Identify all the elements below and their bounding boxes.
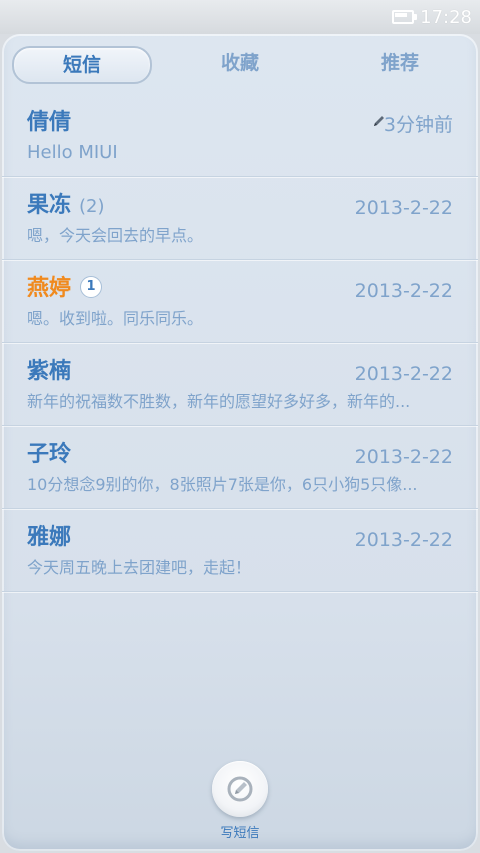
message-preview: Hello MIUI: [27, 142, 118, 163]
unread-badge: 1: [80, 276, 102, 298]
message-preview: 10分想念9别的你，8张照片7张是你，6只小狗5只像...: [27, 475, 418, 494]
message-time: 3分钟前: [383, 114, 453, 136]
contact-name-unread: 燕婷: [27, 276, 72, 301]
tab-messages[interactable]: 短信: [12, 46, 152, 84]
messages-panel: 短信 收藏 推荐 倩倩 3分钟前 Hello MIUI 果冻 (2) 2013-…: [2, 34, 478, 851]
conversation-row[interactable]: 果冻 (2) 2013-2-22 嗯，今天会回去的早点。: [2, 177, 478, 260]
contact-name: 倩倩: [27, 110, 72, 135]
message-time: 2013-2-22: [354, 446, 453, 468]
battery-icon: [392, 10, 418, 24]
conversation-list: 倩倩 3分钟前 Hello MIUI 果冻 (2) 2013-2-22 嗯，今天…: [2, 94, 478, 592]
conversation-row[interactable]: 紫楠 2013-2-22 新年的祝福数不胜数，新年的愿望好多好多，新年的...: [2, 343, 478, 426]
status-right-group: 17:28: [392, 6, 472, 28]
message-count: (2): [79, 196, 105, 217]
conversation-row[interactable]: 倩倩 3分钟前 Hello MIUI: [2, 94, 478, 177]
message-preview: 新年的祝福数不胜数，新年的愿望好多好多，新年的...: [27, 392, 411, 411]
contact-name: 紫楠: [27, 359, 72, 384]
compose-label: 写短信: [220, 826, 260, 841]
message-time: 2013-2-22: [354, 529, 453, 551]
message-preview: 今天周五晚上去团建吧，走起！: [27, 558, 252, 577]
contact-name: 果冻: [27, 193, 72, 218]
status-bar: 17:28: [0, 0, 480, 34]
status-time: 17:28: [420, 6, 472, 28]
conversation-row[interactable]: 雅娜 2013-2-22 今天周五晚上去团建吧，走起！: [2, 509, 478, 592]
tab-recommended[interactable]: 推荐: [340, 46, 460, 80]
conversation-row[interactable]: 燕婷 1 2013-2-22 嗯。收到啦。同乐同乐。: [2, 260, 478, 343]
message-preview: 嗯。收到啦。同乐同乐。: [27, 309, 204, 328]
message-time: 2013-2-22: [354, 363, 453, 385]
message-preview: 嗯，今天会回去的早点。: [27, 226, 204, 245]
tab-favorites[interactable]: 收藏: [180, 46, 300, 80]
message-time: 2013-2-22: [354, 197, 453, 219]
compose-message-button[interactable]: [212, 761, 268, 817]
compose-icon: [227, 776, 253, 802]
conversation-row[interactable]: 子玲 2013-2-22 10分想念9别的你，8张照片7张是你，6只小狗5只像.…: [2, 426, 478, 509]
tab-bar: 短信 收藏 推荐: [2, 46, 478, 84]
contact-name: 雅娜: [27, 525, 72, 550]
contact-name: 子玲: [27, 442, 72, 467]
message-time: 2013-2-22: [354, 280, 453, 302]
